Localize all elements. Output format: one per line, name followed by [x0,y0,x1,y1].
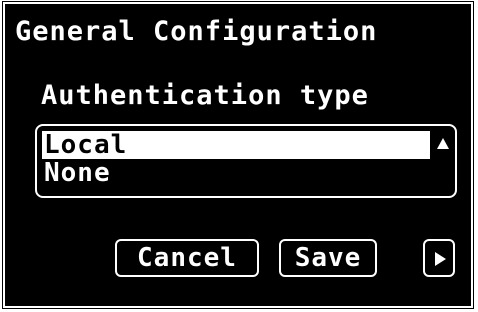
next-button[interactable] [423,239,455,277]
field-label-authentication-type: Authentication type [41,80,369,111]
scroll-up-arrow-icon[interactable] [437,138,449,149]
listbox-items: Local None [42,131,450,187]
save-button[interactable]: Save [279,239,377,277]
page-title: General Configuration [15,16,378,47]
lcd-screen: General Configuration Authentication typ… [3,2,473,308]
cancel-button[interactable]: Cancel [115,239,259,277]
list-item-none[interactable]: None [42,159,450,187]
play-arrow-icon [435,251,446,266]
authentication-type-listbox[interactable]: Local None [35,124,457,198]
list-item-local[interactable]: Local [42,131,430,159]
